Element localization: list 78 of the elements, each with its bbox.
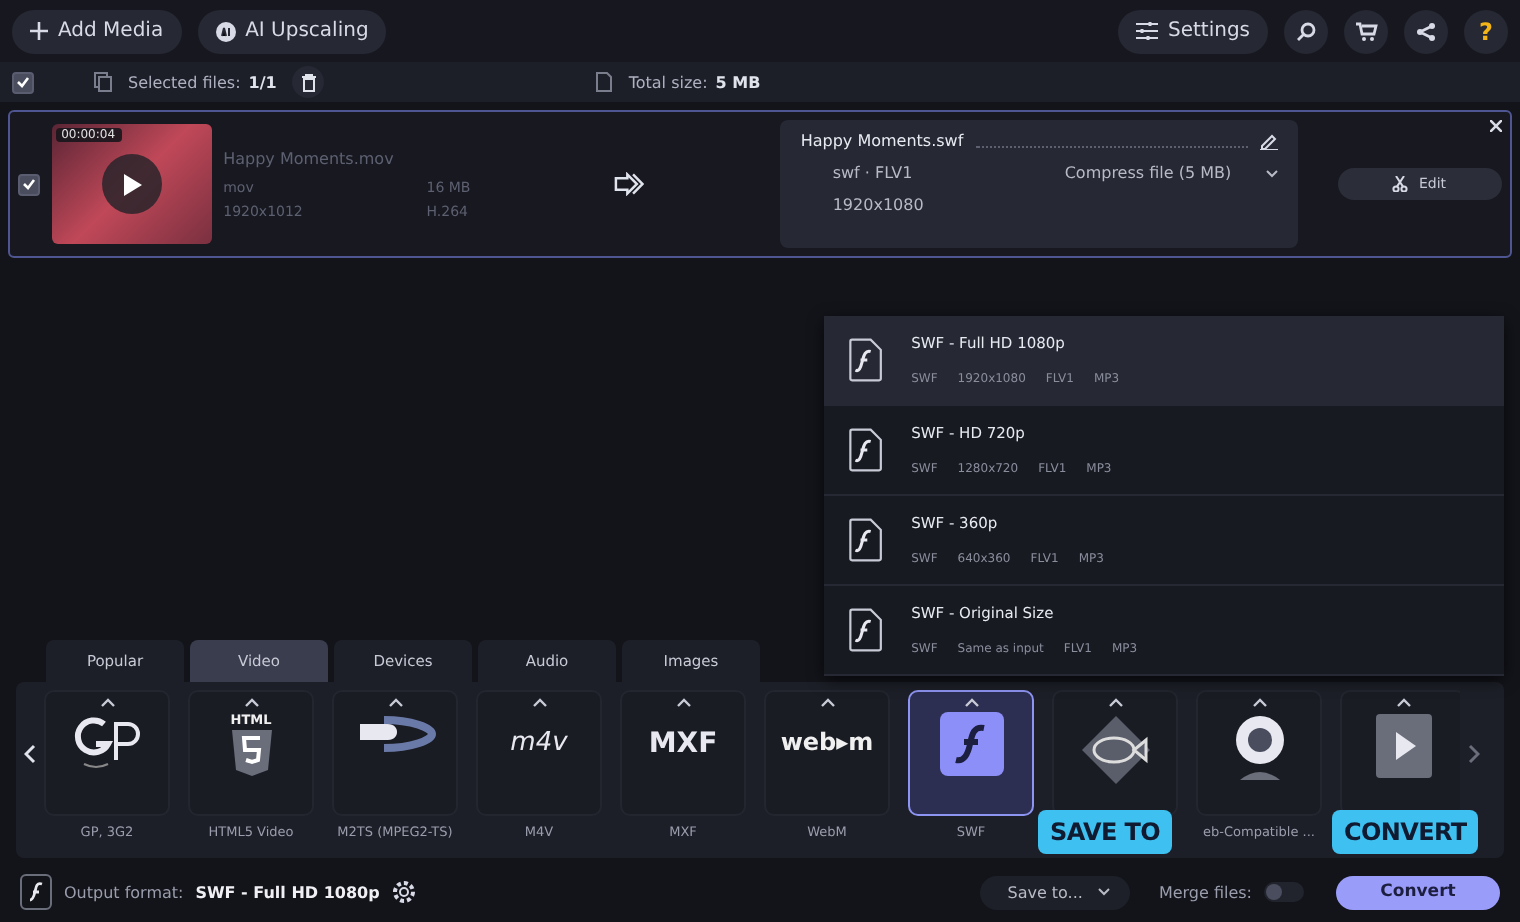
chevron-up-icon	[1251, 698, 1267, 708]
flash-file-icon	[848, 338, 884, 382]
convert-arrow-icon	[614, 172, 645, 196]
chevron-up-icon	[531, 698, 547, 708]
callout-label: SAVE TO	[1038, 810, 1173, 854]
delete-button[interactable]	[292, 66, 325, 98]
chevron-up-icon	[963, 698, 979, 708]
format-tile[interactable]	[1340, 690, 1466, 816]
chevron-up-icon	[1395, 698, 1411, 708]
format-tile[interactable]	[332, 690, 458, 816]
output-format-text: swf · FLV1	[830, 164, 915, 182]
select-all-checkbox[interactable]	[12, 71, 34, 93]
flash-file-icon	[848, 428, 884, 472]
format-tile[interactable]	[44, 690, 170, 816]
share-button[interactable]	[1404, 9, 1448, 53]
share-icon	[1416, 21, 1436, 41]
output-format-value: SWF - Full HD 1080p	[195, 883, 380, 901]
caret-icon	[1265, 169, 1278, 177]
sliders-icon	[1135, 22, 1158, 40]
plus-icon	[30, 22, 48, 40]
callout-label: CONVERT	[1332, 810, 1479, 854]
add-media-button[interactable]: Add Media	[12, 9, 182, 53]
selected-files-count: 1/1	[248, 73, 277, 91]
save-to-dropdown[interactable]: Save to...	[979, 875, 1131, 909]
output-resolution-text: 1920x1080	[830, 196, 924, 214]
format-tile[interactable]: web▸m	[764, 690, 890, 816]
selected-files-label: Selected files:	[128, 73, 241, 91]
cart-icon	[1355, 21, 1377, 41]
help-button[interactable]: ?	[1464, 9, 1508, 53]
flash-logo-icon	[939, 712, 1003, 776]
chevron-up-icon	[819, 698, 835, 708]
cart-button[interactable]	[1344, 9, 1388, 53]
format-tile[interactable]: MXF	[620, 690, 746, 816]
total-size-label: Total size:	[628, 73, 708, 91]
merge-toggle[interactable]	[1264, 882, 1304, 902]
format-tile[interactable]	[1196, 690, 1322, 816]
total-size-value: 5 MB	[715, 73, 761, 91]
convert-button[interactable]: Convert	[1336, 875, 1500, 909]
trash-icon	[301, 73, 316, 91]
files-icon	[94, 72, 112, 92]
merge-files-label: Merge files:	[1158, 883, 1252, 901]
logo-text: m4v	[510, 726, 568, 762]
chevron-up-icon	[99, 698, 115, 708]
compress-dropdown[interactable]: Compress file (5 MB)	[1032, 164, 1254, 182]
search-icon	[1296, 21, 1316, 41]
close-icon[interactable]	[1490, 120, 1502, 132]
source-file-name: Happy Moments.mov	[223, 149, 396, 167]
format-badge	[20, 874, 52, 910]
play-icon	[121, 173, 142, 195]
film-play-icon	[1373, 712, 1433, 780]
scissors-icon	[1392, 176, 1409, 192]
output-format-label: Output format:	[64, 883, 184, 901]
format-tile[interactable]: m4v	[476, 690, 602, 816]
chevron-up-icon	[1107, 698, 1123, 708]
logo-text: web▸m	[780, 726, 874, 760]
shield-5-icon	[229, 728, 273, 776]
fish-logo-icon	[1077, 712, 1153, 788]
chevron-up-icon	[675, 698, 691, 708]
file-checkbox[interactable]	[18, 173, 40, 195]
file-icon	[596, 72, 613, 92]
format-tile[interactable]	[908, 690, 1034, 816]
chip-icon	[215, 21, 236, 41]
logo-text: MXF	[648, 726, 718, 764]
chevron-left-icon[interactable]	[24, 744, 36, 764]
chevron-up-icon	[243, 698, 259, 708]
format-tile[interactable]	[1052, 690, 1178, 816]
pencil-icon[interactable]	[1259, 132, 1278, 150]
flash-file-icon	[848, 518, 884, 562]
flash-file-icon	[848, 608, 884, 652]
upscaling-button[interactable]: AI Upscaling	[197, 9, 387, 53]
search-button[interactable]	[1284, 9, 1328, 53]
chevron-up-icon	[387, 698, 403, 708]
settings-button[interactable]: Settings	[1117, 9, 1268, 53]
settings-icon[interactable]	[391, 880, 416, 904]
output-file-name[interactable]: Happy Moments.swf	[800, 132, 964, 150]
chevron-right-icon[interactable]	[1468, 744, 1480, 764]
caret-icon	[1098, 888, 1111, 896]
play-button[interactable]	[101, 154, 162, 214]
